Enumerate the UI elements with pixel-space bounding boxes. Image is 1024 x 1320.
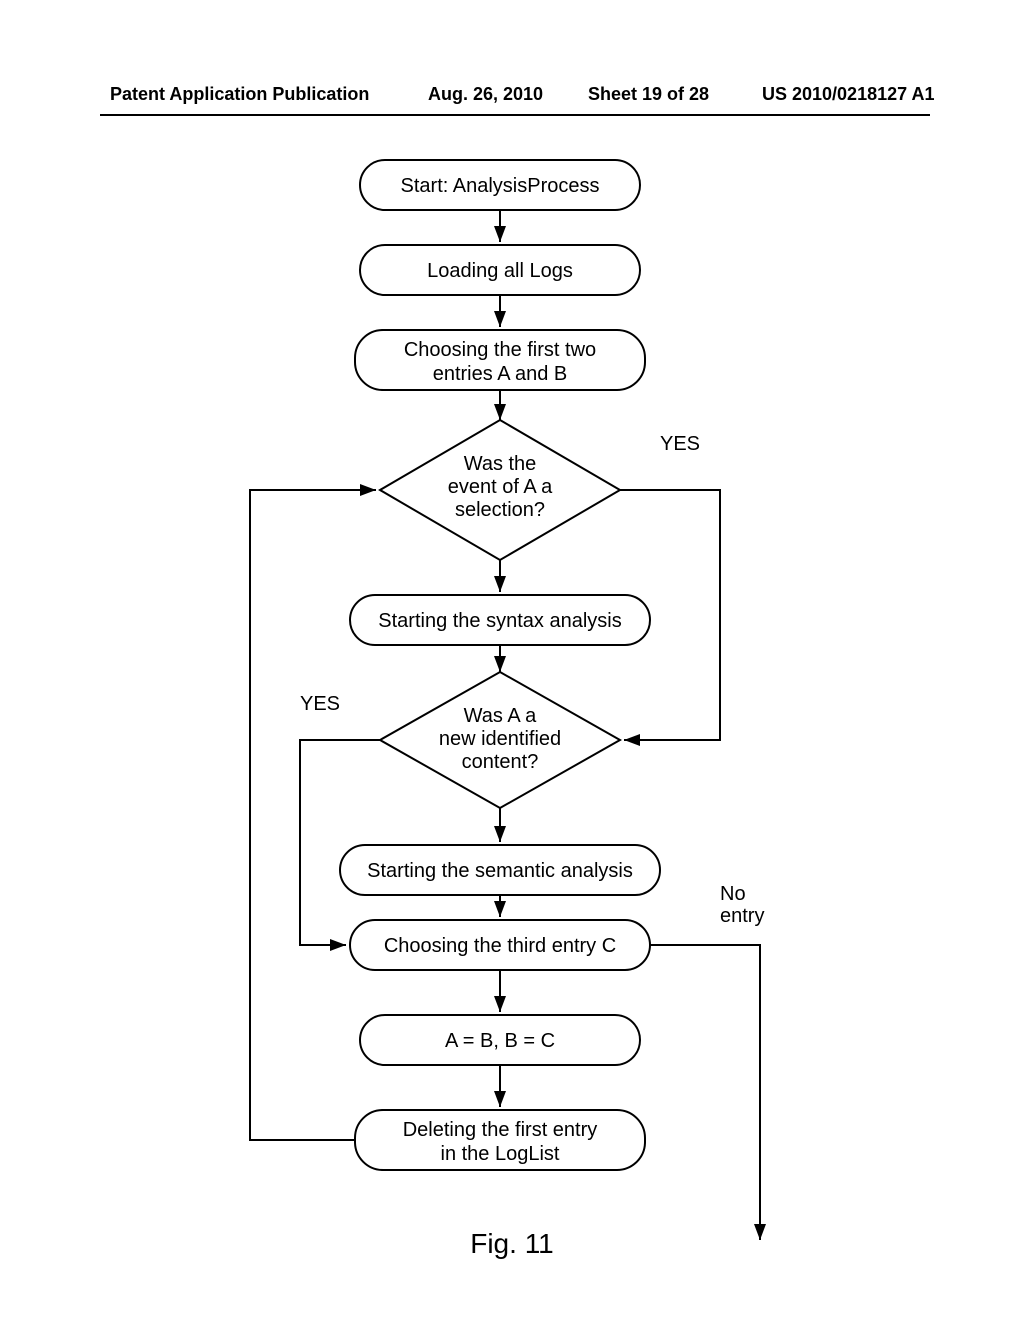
node-choose-c-label: Choosing the third entry C bbox=[384, 935, 616, 957]
node-start-label: Start: AnalysisProcess bbox=[401, 175, 600, 197]
flowchart: Start: AnalysisProcess Loading all Logs … bbox=[0, 150, 1024, 1270]
node-decision-selection-l2: event of A a bbox=[448, 476, 553, 498]
sheet-number: Sheet 19 of 28 bbox=[588, 84, 709, 105]
node-choose-ab-label2: entries A and B bbox=[433, 363, 568, 385]
node-decision-content-l3: content? bbox=[462, 751, 539, 773]
header-rule bbox=[100, 114, 930, 116]
edge-noentry-label1: No bbox=[720, 883, 746, 905]
node-choose-ab-label1: Choosing the first two bbox=[404, 339, 596, 361]
node-syntax-label: Starting the syntax analysis bbox=[378, 610, 621, 632]
edge-yes2-label: YES bbox=[300, 693, 340, 715]
edge-noentry-label2: entry bbox=[720, 905, 764, 927]
publication-type: Patent Application Publication bbox=[110, 84, 369, 105]
edge-noentry bbox=[650, 945, 760, 1240]
node-decision-selection-l3: selection? bbox=[455, 499, 545, 521]
figure-caption: Fig. 11 bbox=[0, 1228, 1024, 1260]
node-decision-content-l2: new identified bbox=[439, 728, 561, 750]
node-assign-label: A = B, B = C bbox=[445, 1030, 555, 1052]
edge-yes2 bbox=[300, 740, 380, 945]
node-delete-label2: in the LogList bbox=[441, 1143, 560, 1165]
edge-loopback bbox=[250, 490, 376, 1140]
node-decision-selection-l1: Was the bbox=[464, 453, 537, 475]
document-number: US 2010/0218127 A1 bbox=[762, 84, 934, 105]
node-load-logs-label: Loading all Logs bbox=[427, 260, 573, 282]
node-decision-content-l1: Was A a bbox=[464, 705, 538, 727]
edge-yes1-label: YES bbox=[660, 433, 700, 455]
node-delete-label1: Deleting the first entry bbox=[403, 1119, 598, 1141]
node-semantic-label: Starting the semantic analysis bbox=[367, 860, 633, 882]
publication-date: Aug. 26, 2010 bbox=[428, 84, 543, 105]
